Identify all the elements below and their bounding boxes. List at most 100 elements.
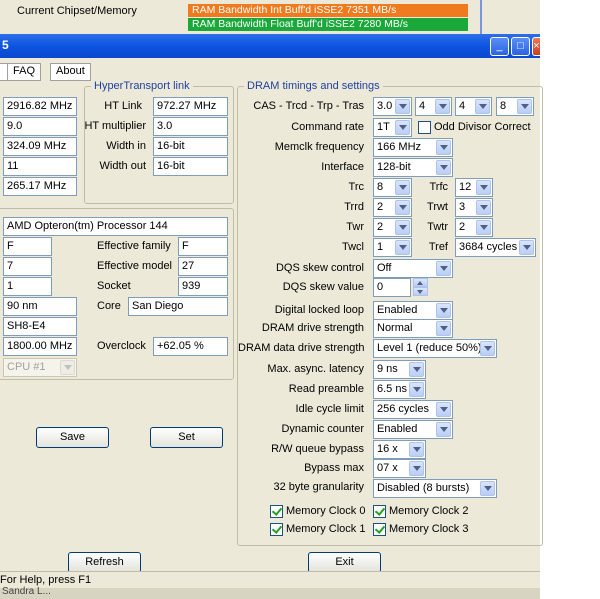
refresh-button[interactable]: Refresh [68, 552, 141, 573]
dqs-skew-control-value: Off [377, 262, 392, 274]
memory-clock-0-label: Memory Clock 0 [286, 505, 366, 517]
dynamic-counter-label: Dynamic counter [281, 423, 364, 435]
granularity-dropdown[interactable]: Disabled (8 bursts) [373, 479, 497, 498]
cpu-select-dropdown[interactable]: CPU #1 [3, 358, 77, 377]
cas-label: CAS - Trcd - Trp - Tras [253, 100, 364, 112]
tras-dropdown[interactable]: 8 [496, 97, 534, 116]
core-field: San Diego [128, 297, 228, 316]
dll-dropdown[interactable]: Enabled [373, 301, 453, 320]
trwt-value: 3 [459, 201, 466, 213]
chevron-down-icon [409, 461, 424, 476]
taskbar-item[interactable]: Sandra L... [2, 586, 51, 597]
trc-dropdown[interactable]: 8 [373, 178, 412, 197]
mem-divider-field: 11 [3, 157, 77, 176]
hypertransport-legend: HyperTransport link [94, 80, 190, 92]
dqs-skew-control-dropdown[interactable]: Off [373, 259, 453, 278]
cpu-select-value: CPU #1 [7, 361, 46, 373]
exit-button[interactable]: Exit [308, 552, 381, 573]
read-preamble-value: 6.5 ns [377, 383, 407, 395]
memory-clock-2-label: Memory Clock 2 [389, 505, 469, 517]
dynamic-counter-dropdown[interactable]: Enabled [373, 420, 453, 439]
twcl-dropdown[interactable]: 1 [373, 238, 412, 257]
processor-name-field: AMD Opteron(tm) Processor 144 [3, 217, 228, 236]
chipset-memory-label: Current Chipset/Memory [17, 5, 137, 17]
data-drive-strength-value: Level 1 (reduce 50%) [377, 342, 482, 354]
memory-clock-1-label: Memory Clock 1 [286, 523, 366, 535]
twtr-value: 2 [459, 221, 466, 233]
menu-item-about[interactable]: About [50, 63, 91, 81]
trcd-dropdown[interactable]: 4 [415, 97, 452, 116]
revision-field: SH8-E4 [3, 317, 77, 336]
idle-cycle-label: Idle cycle limit [295, 403, 364, 415]
cas-value: 3.0 [377, 100, 393, 112]
chevron-down-icon [395, 180, 410, 195]
tras-value: 8 [500, 100, 507, 112]
chevron-down-icon [409, 362, 424, 377]
command-rate-label: Command rate [291, 121, 364, 133]
trrd-dropdown[interactable]: 2 [373, 198, 412, 217]
maximize-button[interactable]: □ [511, 37, 530, 56]
tref-label: Tref [428, 241, 448, 253]
idle-cycle-dropdown[interactable]: 256 cycles [373, 400, 453, 419]
tref-dropdown[interactable]: 3684 cycles [455, 238, 536, 257]
memory-clock-2-checkbox[interactable] [373, 505, 386, 518]
async-latency-dropdown[interactable]: 9 ns [373, 360, 426, 379]
rw-queue-dropdown[interactable]: 16 x [373, 440, 426, 459]
title-bar[interactable]: 5 _ □ × [0, 34, 540, 58]
memory-clock-3-checkbox[interactable] [373, 523, 386, 536]
memory-clock-1-checkbox[interactable] [270, 523, 283, 536]
overclock-label: Overclock [97, 340, 146, 352]
stepping-field: 1 [3, 277, 52, 296]
drive-strength-dropdown[interactable]: Normal [373, 319, 453, 338]
menu-item-faq[interactable]: FAQ [7, 63, 42, 81]
trfc-value: 12 [459, 181, 472, 193]
chevron-down-icon [436, 160, 451, 175]
set-button[interactable]: Set [150, 427, 223, 448]
main-window: FAQ About 2916.82 MHz 9.0 324.09 MHz 11 … [0, 58, 543, 578]
trfc-dropdown[interactable]: 12 [455, 178, 493, 197]
twr-dropdown[interactable]: 2 [373, 218, 412, 237]
chevron-down-icon [476, 200, 491, 215]
dqs-skew-value-label: DQS skew value [282, 281, 364, 293]
command-rate-value: 1T [377, 121, 390, 133]
bandwidth-bar-float: RAM Bandwidth Float Buff'd iSSE2 7280 MB… [188, 18, 468, 31]
spin-down-icon[interactable] [413, 287, 428, 296]
width-in-label: Width in [106, 140, 146, 152]
read-preamble-label: Read preamble [288, 383, 364, 395]
interface-dropdown[interactable]: 128-bit [373, 158, 453, 177]
taskbar: Sandra L... [0, 586, 540, 599]
twcl-label: Twcl [342, 241, 364, 253]
chevron-down-icon [435, 99, 450, 114]
read-preamble-dropdown[interactable]: 6.5 ns [373, 380, 426, 399]
chevron-down-icon [476, 180, 491, 195]
socket-label: Socket [97, 280, 131, 292]
minimize-button[interactable]: _ [490, 37, 509, 56]
granularity-label: 32 byte granularity [273, 481, 365, 493]
odd-divisor-checkbox[interactable] [418, 121, 431, 134]
async-latency-label: Max. async. latency [267, 363, 364, 375]
twcl-value: 1 [377, 241, 384, 253]
trrd-label: Trrd [344, 201, 364, 213]
interface-value: 128-bit [377, 161, 411, 173]
twtr-dropdown[interactable]: 2 [455, 218, 493, 237]
data-drive-strength-dropdown[interactable]: Level 1 (reduce 50%) [373, 339, 497, 358]
dqs-skew-spinner[interactable] [413, 278, 428, 297]
save-button[interactable]: Save [36, 427, 109, 448]
chevron-down-icon [395, 220, 410, 235]
cas-dropdown[interactable]: 3.0 [373, 97, 412, 116]
dqs-skew-value-field[interactable]: 0 [373, 278, 411, 297]
trwt-dropdown[interactable]: 3 [455, 198, 493, 217]
memclk-dropdown[interactable]: 166 MHz [373, 138, 453, 157]
tref-value: 3684 cycles [459, 241, 518, 253]
core-label: Core [97, 300, 121, 312]
close-button[interactable]: × [532, 37, 540, 56]
multiplier-field: 9.0 [3, 117, 77, 136]
chevron-down-icon [480, 341, 495, 356]
command-rate-dropdown[interactable]: 1T [373, 118, 412, 137]
width-in-field: 16-bit [153, 137, 228, 156]
twr-value: 2 [377, 221, 384, 233]
memory-clock-0-checkbox[interactable] [270, 505, 283, 518]
trp-dropdown[interactable]: 4 [455, 97, 492, 116]
bypass-max-dropdown[interactable]: 07 x [373, 459, 426, 478]
spin-up-icon[interactable] [413, 278, 428, 287]
